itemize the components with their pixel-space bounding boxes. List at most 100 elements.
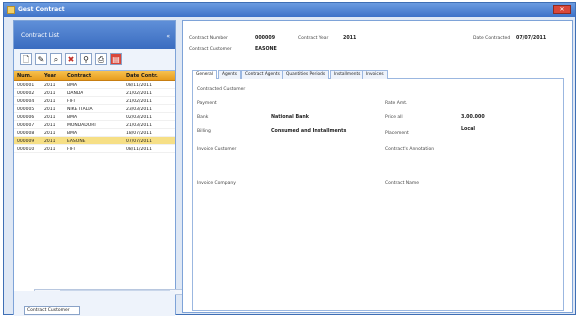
contract-name-label: Contract Name xyxy=(385,181,420,186)
detail-tabs: General Agents Contract Agents Quantitie… xyxy=(192,69,564,80)
contract-number-label: Contract Number xyxy=(189,36,228,41)
price-label: Price all xyxy=(385,115,403,120)
billing-label: Billing xyxy=(197,129,211,134)
table-row[interactable]: 000002 2011 DANDA 21/02/2011 xyxy=(14,89,175,97)
placement-value: Local xyxy=(461,127,476,132)
billing-value: Consumed and Installments xyxy=(271,129,347,134)
payment-label: Payment xyxy=(197,101,217,106)
row-contract: NIKE ITALIA xyxy=(67,106,93,112)
row-contract: FIFI xyxy=(67,98,75,104)
col-num[interactable]: Num. xyxy=(17,73,32,79)
delete-icon[interactable]: ✖ xyxy=(65,53,77,65)
tab-invoices[interactable]: Invoices xyxy=(362,70,388,79)
contract-number-value: 000009 xyxy=(255,36,276,41)
row-contract: EASONE xyxy=(67,138,86,144)
contract-customer-label: Contract Customer xyxy=(189,47,232,52)
title-bar: Gest Contract ✕ xyxy=(4,3,575,17)
row-date: 21/02/2011 xyxy=(126,98,152,104)
row-date: 18/07/2011 xyxy=(126,130,152,136)
col-year[interactable]: Year xyxy=(44,73,56,79)
table-row[interactable]: 000004 2011 FIFI 21/02/2011 xyxy=(14,97,175,105)
print-icon[interactable]: ⎙ xyxy=(95,53,107,65)
bank-label: Bank xyxy=(197,115,209,120)
table-row[interactable]: 000006 2011 BMA 02/03/2011 xyxy=(14,113,175,121)
contract-annotation-label: Contract's Annotation xyxy=(385,147,435,152)
table-row[interactable]: 000008 2011 BMA 18/07/2011 xyxy=(14,129,175,137)
row-contract: BMA xyxy=(67,82,78,88)
window-title: Gest Contract xyxy=(18,6,65,13)
invoice-customer-label: Invoice Customer xyxy=(197,147,237,152)
row-contract: DANDA xyxy=(67,90,84,96)
contract-customer-value: EASONE xyxy=(255,47,277,52)
pdf-icon[interactable]: ▤ xyxy=(110,53,122,65)
general-tab-content: Contracted Customer Payment Bank Nationa… xyxy=(192,79,564,311)
table-body: 000001 2011 BMA 08/11/2011 000002 2011 DANDA 21… xyxy=(14,81,175,153)
search-icon[interactable]: ⌕ xyxy=(50,53,62,65)
table-row[interactable]: 000009 2011 EASONE 07/07/2011 xyxy=(14,137,175,145)
list-header: Contract List « xyxy=(14,21,175,49)
invoice-company-label: Invoice Company xyxy=(197,181,236,186)
list-title: Contract List xyxy=(21,32,60,39)
contract-year-value: 2011 xyxy=(343,36,357,41)
row-contract: BMA xyxy=(67,130,78,136)
row-contract: BMA xyxy=(67,114,78,120)
row-year: 2011 xyxy=(44,90,56,96)
row-date: 08/11/2011 xyxy=(126,82,152,88)
filter-select[interactable]: Contract Customer xyxy=(24,306,80,315)
row-date: 21/02/2011 xyxy=(126,90,152,96)
table-row[interactable]: 000001 2011 BMA 08/11/2011 xyxy=(14,81,175,89)
contract-list-panel: Contract List « 🗋 ✎ ⌕ ✖ ⚲ ⎙ ▤ Num. Year … xyxy=(13,20,184,316)
date-contracted-value: 07/07/2011 xyxy=(516,36,547,41)
list-toolbar: 🗋 ✎ ⌕ ✖ ⚲ ⎙ ▤ xyxy=(14,49,175,71)
table-header: Num. Year Contract Date Contr. xyxy=(14,71,175,81)
row-date: 02/03/2011 xyxy=(126,114,152,120)
row-date: 21/03/2011 xyxy=(126,122,152,128)
row-contract: MONDADORI xyxy=(67,122,96,128)
row-year: 2011 xyxy=(44,122,56,128)
row-num: 000001 xyxy=(17,82,35,88)
contract-table: Num. Year Contract Date Contr. 000001 201… xyxy=(14,71,175,153)
row-date: 07/07/2011 xyxy=(126,138,152,144)
bank-value: National Bank xyxy=(271,115,309,120)
table-row[interactable]: 000005 2011 NIKE ITALIA 23/03/2011 xyxy=(14,105,175,113)
filter-icon[interactable]: ⚲ xyxy=(80,53,92,65)
tab-installments[interactable]: Installments xyxy=(330,70,365,79)
contract-year-label: Contract Year xyxy=(298,36,329,41)
tab-quantities-periods[interactable]: Quantities Periods xyxy=(282,70,330,79)
row-year: 2011 xyxy=(44,106,56,112)
new-document-icon[interactable]: 🗋 xyxy=(20,53,32,65)
row-num: 000009 xyxy=(17,138,35,144)
close-button[interactable]: ✕ xyxy=(553,5,571,14)
price-value: 3.00.000 xyxy=(461,115,485,120)
row-num: 000006 xyxy=(17,114,35,120)
row-year: 2011 xyxy=(44,114,56,120)
row-year: 2011 xyxy=(44,146,56,152)
row-date: 08/11/2011 xyxy=(126,146,152,152)
row-num: 000007 xyxy=(17,122,35,128)
row-num: 000008 xyxy=(17,130,35,136)
contracted-customer-label: Contracted Customer xyxy=(197,87,246,92)
list-footer: Contract Customer ◀ 1 ▶ xyxy=(14,291,175,316)
edit-icon[interactable]: ✎ xyxy=(35,53,47,65)
table-row[interactable]: 000007 2011 MONDADORI 21/03/2011 xyxy=(14,121,175,129)
row-year: 2011 xyxy=(44,130,56,136)
col-date[interactable]: Date Contr. xyxy=(126,73,174,79)
row-num: 000005 xyxy=(17,106,35,112)
row-num: 000010 xyxy=(17,146,35,152)
col-contract[interactable]: Contract xyxy=(67,73,91,79)
collapse-icon[interactable]: « xyxy=(166,33,170,40)
date-contracted-label: Date Contracted xyxy=(473,36,511,41)
row-year: 2011 xyxy=(44,98,56,104)
row-year: 2011 xyxy=(44,82,56,88)
row-date: 23/03/2011 xyxy=(126,106,152,112)
row-num: 000004 xyxy=(17,98,35,104)
row-contract: FIFI xyxy=(67,146,75,152)
row-num: 000002 xyxy=(17,90,35,96)
app-icon xyxy=(7,6,15,14)
table-row[interactable]: 000010 2011 FIFI 08/11/2011 xyxy=(14,145,175,153)
rate-amount-label: Rate Amt. xyxy=(385,101,408,106)
row-year: 2011 xyxy=(44,138,56,144)
tab-agents[interactable]: Agents xyxy=(218,70,241,79)
contract-detail-panel: Contract Number 000009 Contract Year 201… xyxy=(182,20,573,313)
tab-contract-agents[interactable]: Contract Agents xyxy=(241,70,284,79)
